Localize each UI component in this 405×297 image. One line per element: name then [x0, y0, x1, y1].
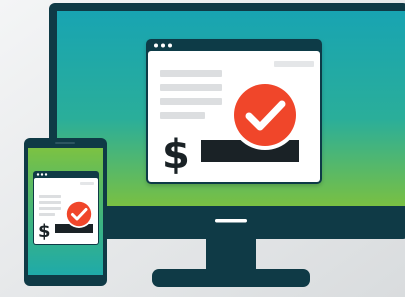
- monitor-power-light: [215, 219, 247, 223]
- phone-window-dots-icon: [36, 173, 48, 176]
- payment-success-illustration: $ $: [0, 0, 405, 297]
- phone-checkmark-circle-icon: [65, 200, 93, 228]
- window-dots-icon: [154, 43, 172, 48]
- phone-window-header-line: [80, 182, 94, 185]
- phone-dollar-icon: $: [38, 221, 51, 242]
- monitor-neck: [206, 239, 256, 271]
- checkmark-circle-icon: [230, 80, 300, 150]
- window-header-line: [274, 61, 314, 67]
- phone-speaker: [55, 142, 75, 144]
- dollar-icon: $: [162, 132, 190, 178]
- monitor-base: [152, 269, 310, 287]
- illustration-svg: $ $: [0, 0, 405, 297]
